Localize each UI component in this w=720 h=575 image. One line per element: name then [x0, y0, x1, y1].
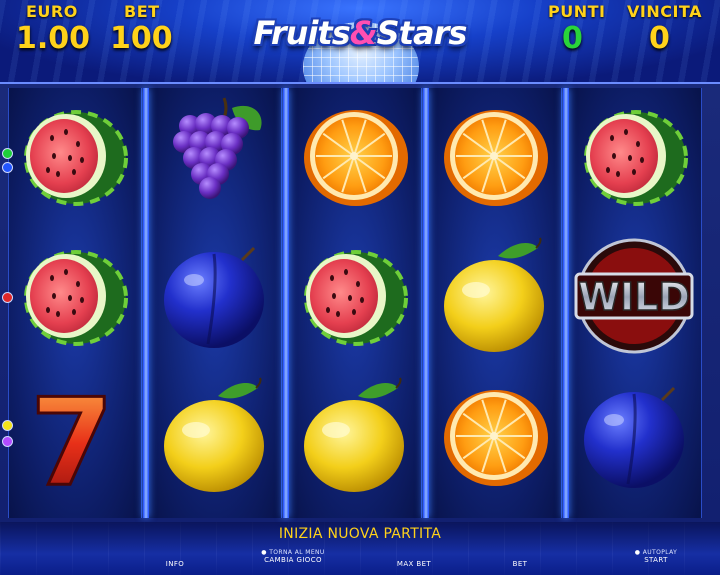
vincita-label: VINCITA: [627, 2, 702, 21]
plum-symbol-icon: [568, 366, 700, 506]
logo-text-stars: Stars: [376, 14, 468, 52]
bet-value: 100: [110, 21, 173, 56]
lemon-symbol-icon: [428, 226, 560, 366]
logo-text-fruits: Fruits: [253, 14, 351, 52]
watermelon-symbol-icon: [568, 86, 700, 226]
status-message: INIZIA NUOVA PARTITA: [278, 526, 442, 542]
euro-stat: EURO 1.00: [16, 2, 90, 56]
watermelon-symbol-icon: [288, 226, 420, 366]
watermelon-symbol-icon: [8, 226, 140, 366]
euro-label: EURO: [26, 2, 78, 21]
seven-label: 7: [30, 374, 114, 506]
cambia-gioco-button[interactable]: ● TORNA AL MENU CAMBIA GIOCO: [258, 549, 328, 564]
autoplay-label: ● AUTOPLAY: [630, 549, 682, 556]
watermelon-symbol-icon: [8, 86, 140, 226]
bet-button-label: BET: [512, 560, 528, 568]
punti-stat: PUNTI 0: [548, 2, 605, 56]
seven-symbol-icon: 7: [8, 366, 140, 507]
bet-button[interactable]: BET: [508, 560, 532, 568]
vincita-stat: VINCITA 0: [627, 2, 702, 56]
info-button-label: INFO: [165, 560, 185, 568]
bet-stat: BET 100: [110, 2, 173, 56]
start-label: START: [644, 556, 668, 564]
punti-label: PUNTI: [548, 2, 606, 21]
game-logo: Fruits&Stars: [240, 14, 480, 52]
cambia-gioco-label: CAMBIA GIOCO: [264, 556, 322, 564]
vincita-value: 0: [649, 21, 670, 56]
orange-symbol-icon: [428, 366, 560, 506]
torna-menu-text: TORNA AL MENU: [269, 549, 325, 556]
plum-symbol-icon: [148, 226, 280, 366]
punti-value: 0: [562, 21, 583, 56]
wild-label: WILD: [578, 275, 690, 319]
lemon-symbol-icon: [148, 366, 280, 506]
start-button[interactable]: ● AUTOPLAY START: [630, 549, 682, 564]
torna-menu-label: ● TORNA AL MENU: [258, 549, 328, 556]
grapes-symbol-icon: [148, 86, 280, 226]
orange-symbol-icon: [288, 86, 420, 226]
max-bet-label: MAX BET: [396, 560, 432, 568]
circle-icon: ●: [261, 549, 267, 556]
logo-ampersand: &: [349, 14, 378, 52]
autoplay-text: AUTOPLAY: [642, 549, 678, 556]
orange-symbol-icon: [428, 86, 560, 226]
euro-value: 1.00: [16, 21, 91, 56]
bet-label: BET: [124, 2, 160, 21]
max-bet-button[interactable]: MAX BET: [392, 560, 436, 568]
lemon-symbol-icon: [288, 366, 420, 506]
wild-symbol-icon: WILD: [568, 226, 700, 366]
circle-icon: ●: [634, 549, 641, 556]
info-button[interactable]: INFO: [160, 560, 190, 568]
